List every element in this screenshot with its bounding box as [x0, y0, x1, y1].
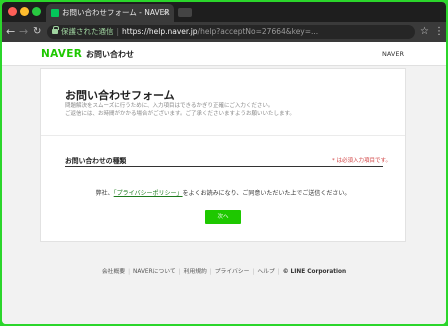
footer-separator: | — [277, 269, 280, 275]
header-naver-link[interactable]: NAVER — [382, 50, 404, 58]
tab-strip: お問い合わせフォーム - NAVER × — [2, 2, 446, 22]
close-window-button[interactable] — [8, 7, 17, 16]
url-path: /help?acceptNo=27664&key=... — [197, 27, 319, 36]
agree-prefix: 弊社、 — [95, 190, 114, 197]
back-arrow-icon[interactable]: ← — [6, 24, 15, 40]
privacy-policy-link[interactable]: 「プライバシーポリシー」 — [114, 190, 183, 197]
browser-toolbar: ← → ↻ 保護された通信 | https://help.naver.jp/help… — [2, 22, 446, 42]
footer-separator: | — [252, 269, 255, 275]
footer-link-help[interactable]: ヘルプ — [257, 269, 274, 275]
footer-separator: | — [209, 269, 212, 275]
page-title: お問い合わせフォーム — [65, 89, 175, 102]
description-line-2: ご返信には、お時間がかかる場合がございます。ご了承くださいますようお願いいたしま… — [65, 111, 295, 117]
description-line-1: 問題解決をスムーズに行うために、入力項目はできるかぎり正確にご入力ください。 — [65, 103, 274, 109]
inquiry-form-card: お問い合わせフォーム 問題解決をスムーズに行うために、入力項目はできるかぎり正確… — [40, 68, 406, 242]
form-description: 問題解決をスムーズに行うために、入力項目はできるかぎり正確にご入力ください。 ご… — [65, 102, 385, 118]
address-bar[interactable]: 保護された通信 | https://help.naver.jp/help?accep… — [47, 25, 415, 39]
footer-link-about[interactable]: NAVERについて — [133, 269, 176, 275]
footer-link-privacy[interactable]: プライバシー — [215, 269, 250, 275]
bookmark-star-icon[interactable]: ☆ — [420, 24, 429, 40]
section-rule — [65, 166, 383, 167]
page-content: NAVER お問い合わせ NAVER お問い合わせフォーム 問題解決をスムーズに… — [2, 42, 446, 324]
tab-active[interactable]: お問い合わせフォーム - NAVER × — [46, 4, 174, 22]
forward-arrow-icon[interactable]: → — [19, 24, 28, 40]
footer-separator: | — [128, 269, 131, 275]
footer-copyright: © LINE Corporation — [282, 269, 347, 275]
new-tab-button[interactable] — [178, 8, 192, 17]
browser-menu-icon[interactable]: ⋮ — [434, 24, 444, 40]
tab-close-icon[interactable]: × — [162, 4, 169, 22]
inquiry-type-label: お問い合わせの種類 — [65, 157, 127, 165]
site-footer: 会社概要 | NAVERについて | 利用規約 | プライバシー | ヘルプ | © LINE Co… — [2, 266, 446, 275]
lock-icon — [52, 26, 59, 34]
reload-icon[interactable]: ↻ — [33, 24, 41, 40]
footer-separator: | — [178, 269, 181, 275]
agree-suffix: をよくお読みになり、ご同意いただいた上でご送信ください。 — [182, 190, 351, 197]
naver-logo[interactable]: NAVER — [41, 48, 82, 60]
browser-window: お問い合わせフォーム - NAVER × ← → ↻ 保護された通信 | https… — [2, 2, 446, 324]
required-note: * は必須入力項目です。 — [332, 158, 391, 164]
security-label: 保護された通信 — [61, 27, 114, 36]
divider — [41, 135, 405, 136]
url-host: https://help.naver.jp — [122, 27, 198, 36]
service-name[interactable]: お問い合わせ — [86, 49, 134, 60]
privacy-agreement-text: 弊社、「プライバシーポリシー」をよくお読みになり、ご同意いただいた上でご送信くだ… — [41, 188, 405, 197]
maximize-window-button[interactable] — [32, 7, 41, 16]
tab-title: お問い合わせフォーム - NAVER — [62, 8, 170, 17]
site-header: NAVER お問い合わせ NAVER — [2, 42, 446, 66]
footer-link-terms[interactable]: 利用規約 — [184, 269, 207, 275]
url-separator: | — [116, 27, 120, 36]
minimize-window-button[interactable] — [20, 7, 29, 16]
next-button[interactable]: 次へ — [205, 210, 241, 224]
footer-link-company[interactable]: 会社概要 — [102, 269, 125, 275]
naver-favicon-icon — [51, 9, 59, 17]
